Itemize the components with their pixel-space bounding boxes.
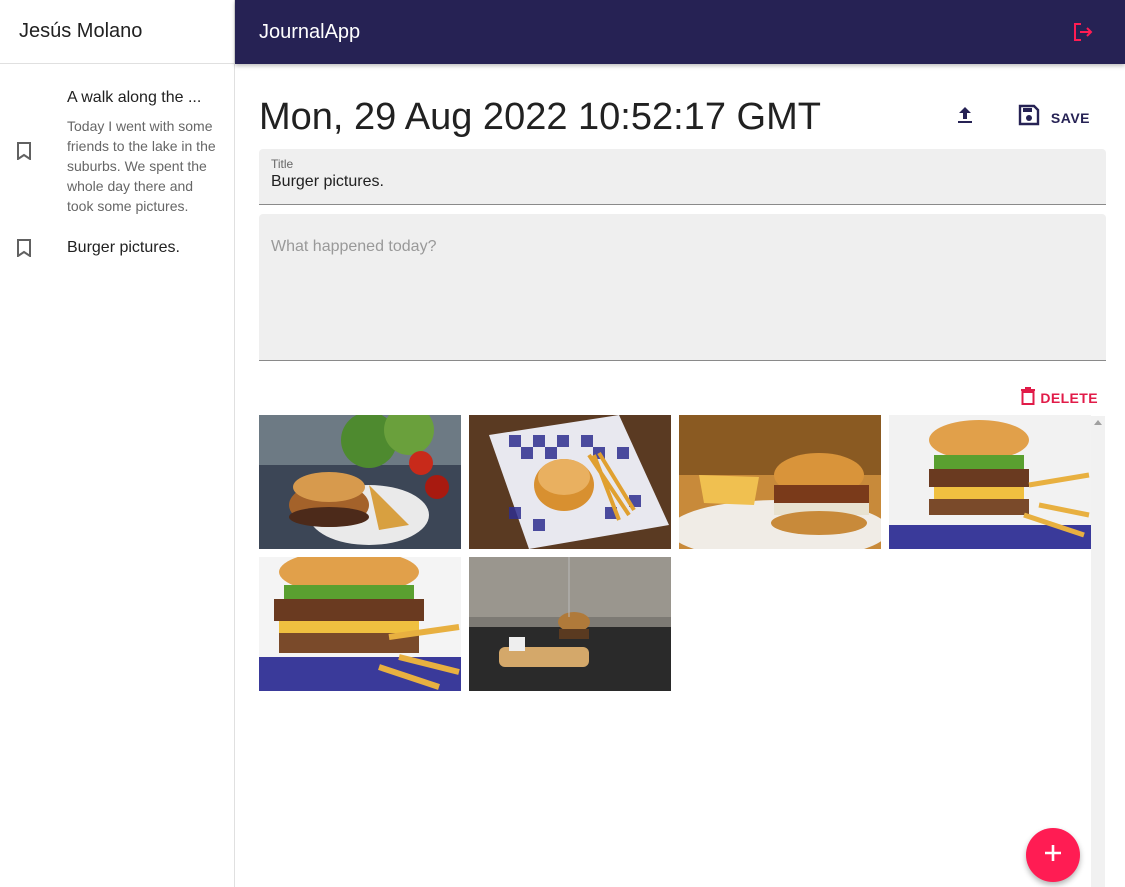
title-field[interactable]: Title	[259, 149, 1106, 205]
note-list-item[interactable]: Burger pictures.	[0, 224, 234, 268]
body-input[interactable]	[271, 238, 1094, 352]
logout-icon[interactable]	[1071, 20, 1095, 44]
gallery-image[interactable]	[469, 415, 671, 549]
app-title: JournalApp	[259, 20, 361, 43]
add-note-button[interactable]	[1026, 828, 1080, 882]
gallery-image[interactable]	[259, 557, 461, 691]
bookmark-icon	[16, 86, 67, 216]
note-editor: Mon, 29 Aug 2022 10:52:17 GMT SAVE Title…	[235, 64, 1125, 887]
note-list: A walk along the ... Today I went with s…	[0, 64, 234, 268]
note-list-item[interactable]: A walk along the ... Today I went with s…	[0, 72, 234, 224]
note-title: A walk along the ...	[67, 89, 202, 106]
note-preview: Today I went with some friends to the la…	[67, 118, 216, 214]
body-field[interactable]	[259, 214, 1106, 361]
save-icon	[1017, 103, 1041, 132]
title-label: Title	[271, 157, 294, 171]
title-input[interactable]	[271, 173, 1094, 191]
note-title: Burger pictures.	[67, 239, 180, 256]
note-date: Mon, 29 Aug 2022 10:52:17 GMT	[259, 96, 821, 138]
upload-icon	[956, 105, 974, 130]
sidebar: Jesús Molano A walk along the ... Today …	[0, 0, 235, 887]
save-label: SAVE	[1050, 109, 1090, 126]
gallery-image[interactable]	[259, 415, 461, 549]
gallery-image[interactable]	[889, 415, 1091, 549]
delete-button[interactable]: DELETE	[1020, 385, 1106, 411]
gallery-image[interactable]	[679, 415, 881, 549]
sidebar-header: Jesús Molano	[0, 0, 234, 64]
user-name: Jesús Molano	[19, 20, 143, 42]
app-bar: JournalApp	[235, 0, 1125, 64]
gallery-image[interactable]	[469, 557, 671, 691]
gallery-scrollbar[interactable]	[1091, 416, 1105, 887]
upload-button[interactable]	[945, 98, 985, 138]
delete-label: DELETE	[1040, 390, 1098, 406]
bookmark-icon	[16, 236, 67, 260]
plus-icon	[1043, 843, 1063, 868]
save-button[interactable]: SAVE	[1003, 95, 1106, 140]
trash-icon	[1020, 386, 1036, 411]
image-gallery	[259, 415, 1106, 885]
